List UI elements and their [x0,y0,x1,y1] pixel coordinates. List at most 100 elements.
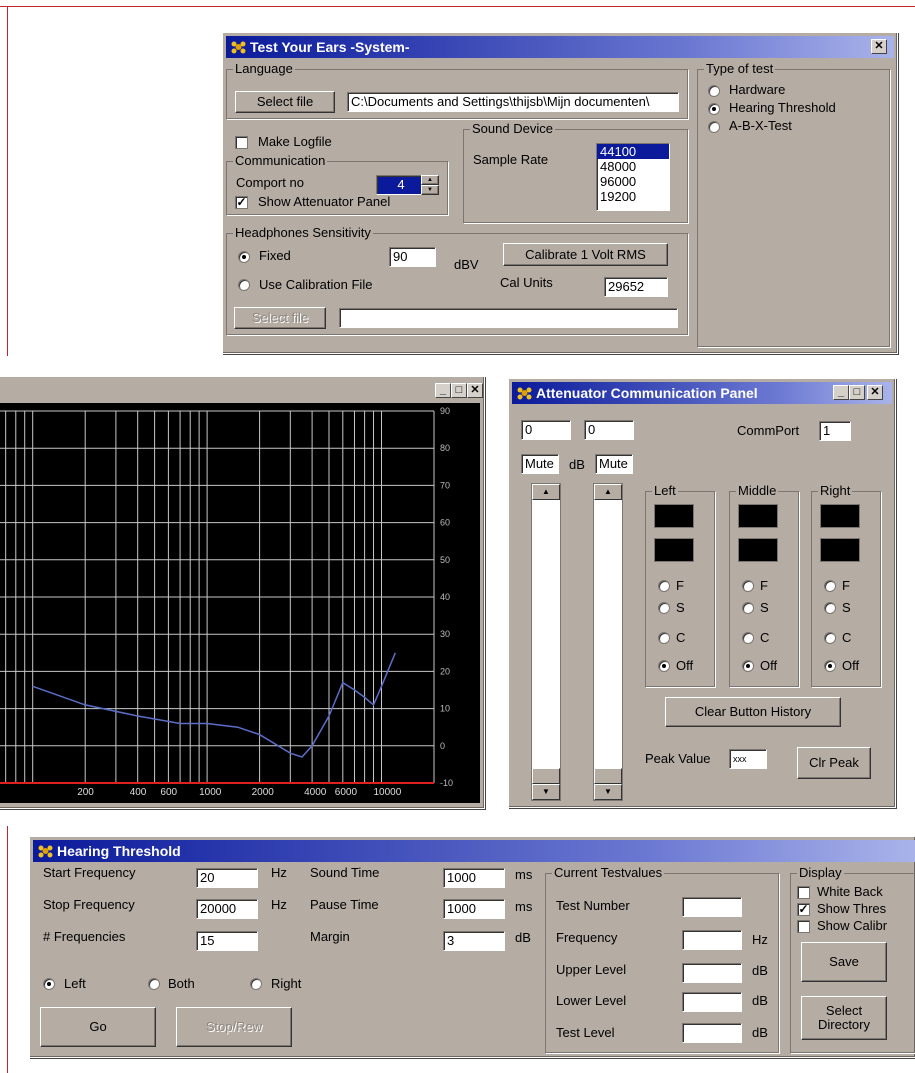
comport-spinner[interactable]: ▲ ▼ [421,175,439,195]
show-calibr-checkbox[interactable] [797,920,810,933]
right-group-label: Right [818,483,853,498]
middle-f-radio[interactable] [742,580,754,592]
maximize-icon[interactable]: □ [451,383,467,398]
calibrate-button[interactable]: Calibrate 1 Volt RMS [503,243,668,266]
left-ear-radio[interactable] [43,978,55,990]
use-cal-file-radio[interactable] [238,279,250,291]
graph-window-titlebar[interactable] [0,380,481,402]
clr-peak-button[interactable]: Clr Peak [797,747,871,779]
both-ears-radio[interactable] [148,978,160,990]
middle-indicator-top [738,504,778,528]
hardware-radio[interactable] [708,85,720,97]
comport-field[interactable]: 4 [376,175,423,195]
left-attn-value-field[interactable]: 0 [521,420,571,440]
stop-rew-button[interactable]: Stop/Rew [176,1007,292,1047]
middle-indicator-bottom [738,538,778,562]
sample-rate-option[interactable]: 44100 [597,144,669,159]
cal-file-path-field[interactable] [339,308,678,328]
y-tick-label: 30 [440,629,450,639]
left-s-radio[interactable] [658,602,670,614]
middle-button-group: Middle F S C Off [729,484,799,687]
sample-rate-option[interactable]: 48000 [597,159,669,174]
save-button[interactable]: Save [801,942,887,982]
hearing-threshold-window: Hearing Threshold Start Frequency 20 Hz … [29,836,915,1058]
right-c-label: C [842,630,852,645]
commport-label: CommPort [737,423,800,438]
right-ear-radio[interactable] [250,978,262,990]
commport-field[interactable]: 1 [819,421,851,441]
pause-time-ms-label: ms [515,899,533,914]
make-logfile-label: Make Logfile [258,134,332,149]
fixed-value-field[interactable]: 90 [389,247,436,267]
num-frequencies-field[interactable]: 15 [196,931,258,951]
left-indicator-bottom [654,538,694,562]
right-button-group: Right F S C Off [811,484,881,687]
close-icon[interactable]: ✕ [467,383,483,398]
abx-test-radio[interactable] [708,121,720,133]
show-attenuator-checkbox[interactable]: ✓ [235,196,248,209]
clear-button-history-button[interactable]: Clear Button History [665,697,841,727]
select-language-file-button[interactable]: Select file [235,91,335,113]
frequency-field [682,930,742,950]
minimize-icon[interactable]: _ [435,383,451,398]
close-icon[interactable]: ✕ [871,39,887,54]
system-window-titlebar[interactable]: Test Your Ears -System- [226,36,894,58]
right-c-radio[interactable] [824,632,836,644]
frame-line-left-top [7,6,8,356]
slider-thumb[interactable] [594,768,622,784]
middle-off-radio[interactable] [742,660,754,672]
make-logfile-checkbox[interactable] [235,136,248,149]
scroll-down-icon[interactable]: ▼ [594,784,622,800]
hearing-threshold-radio[interactable] [708,103,720,115]
cal-units-field[interactable]: 29652 [604,277,668,297]
left-off-label: Off [676,658,694,673]
lower-level-label: Lower Level [556,993,627,1008]
white-back-checkbox[interactable] [797,886,810,899]
fixed-radio[interactable] [238,251,250,263]
right-s-radio[interactable] [824,602,836,614]
sample-rate-option[interactable]: 19200 [597,189,669,204]
select-cal-file-button[interactable]: Select file [234,307,326,329]
start-frequency-field[interactable]: 20 [196,868,258,888]
left-c-radio[interactable] [658,632,670,644]
middle-c-radio[interactable] [742,632,754,644]
left-mute-field[interactable]: Mute [521,454,559,474]
scroll-up-icon[interactable]: ▲ [594,484,622,500]
close-icon[interactable]: ✕ [867,385,883,400]
right-attn-slider[interactable]: ▲ ▼ [593,483,623,801]
maximize-icon[interactable]: □ [849,385,865,400]
minimize-icon[interactable]: _ [833,385,849,400]
scroll-up-icon[interactable]: ▲ [532,484,560,500]
middle-s-label: S [760,600,769,615]
right-f-radio[interactable] [824,580,836,592]
select-directory-line2: Directory [817,1017,870,1032]
show-thres-checkbox[interactable]: ✓ [797,903,810,916]
test-number-field [682,897,742,917]
left-f-radio[interactable] [658,580,670,592]
slider-thumb[interactable] [532,768,560,784]
left-off-radio[interactable] [658,660,670,672]
hearing-threshold-titlebar[interactable]: Hearing Threshold [33,840,915,862]
pause-time-field[interactable]: 1000 [443,899,505,919]
y-tick-label: 80 [440,443,450,453]
stop-frequency-label: Stop Frequency [43,897,135,912]
stop-frequency-field[interactable]: 20000 [196,899,258,919]
right-attn-value-field[interactable]: 0 [584,420,634,440]
left-attn-slider[interactable]: ▲ ▼ [531,483,561,801]
scroll-down-icon[interactable]: ▼ [532,784,560,800]
middle-s-radio[interactable] [742,602,754,614]
select-directory-button[interactable]: Select Directory [801,996,887,1040]
margin-field[interactable]: 3 [443,931,505,951]
sound-time-field[interactable]: 1000 [443,868,505,888]
pause-time-label: Pause Time [310,897,379,912]
right-mute-field[interactable]: Mute [595,454,633,474]
sample-rate-option[interactable]: 96000 [597,174,669,189]
right-off-radio[interactable] [824,660,836,672]
chart-background [0,403,480,803]
start-hz-label: Hz [271,865,287,880]
language-path-field[interactable]: C:\Documents and Settings\thijsb\Mijn do… [347,92,679,112]
spinner-down-icon[interactable]: ▼ [421,185,439,195]
go-button[interactable]: Go [40,1007,156,1047]
sample-rate-list[interactable]: 44100 48000 96000 19200 [596,143,670,211]
left-s-label: S [676,600,685,615]
